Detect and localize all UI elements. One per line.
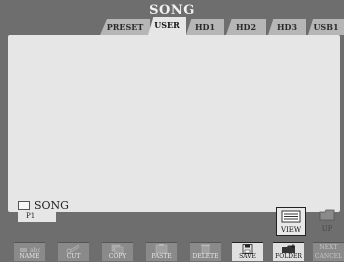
tab-hd3[interactable]: HD3 [268, 19, 306, 35]
folder-item-song[interactable]: SONG [18, 198, 69, 212]
tab-hd1[interactable]: HD1 [186, 19, 224, 35]
delete-button-label: DELETE [192, 253, 219, 260]
up-button[interactable]: UP [313, 207, 341, 234]
delete-button[interactable]: DELETE [190, 242, 221, 261]
name-button[interactable]: abc NAME [14, 242, 45, 261]
cancel-button-label: CANCEL [314, 253, 343, 260]
tab-bar: PRESET USER HD1 HD2 HD3 USB1 [0, 17, 344, 35]
up-button-label: UP [321, 225, 333, 233]
view-button-label: VIEW [280, 226, 302, 234]
cut-button-label: CUT [66, 253, 81, 260]
paste-button-label: PASTE [151, 253, 172, 260]
screen-title: SONG [149, 3, 195, 18]
up-folder-icon [319, 209, 335, 221]
view-button[interactable]: VIEW [276, 207, 306, 236]
next-cancel-button[interactable]: NEXT CANCEL [313, 242, 344, 261]
name-button-label: NAME [19, 253, 40, 260]
folder-item-label: SONG [34, 198, 69, 212]
next-button-label: NEXT [319, 244, 338, 251]
song-select-screen: SONG PRESET USER HD1 HD2 HD3 USB1 SONG P… [0, 0, 344, 262]
file-list-panel [8, 35, 340, 212]
page-tab-p1[interactable]: P1 [18, 212, 56, 222]
view-list-icon [281, 210, 301, 223]
copy-button[interactable]: COPY [102, 242, 133, 261]
function-button-bar: abc NAME CUT COPY PASTE DELETE SAVE FOLD… [0, 234, 344, 262]
cut-button[interactable]: CUT [58, 242, 89, 261]
folder-icon [18, 200, 30, 210]
tab-user[interactable]: USER [148, 17, 186, 35]
save-button[interactable]: SAVE [232, 242, 263, 261]
save-button-label: SAVE [239, 253, 256, 260]
folder-button-label: FOLDER [275, 253, 302, 260]
tab-hd2[interactable]: HD2 [226, 19, 266, 35]
tab-usb1[interactable]: USB1 [308, 19, 344, 35]
tab-preset[interactable]: PRESET [100, 19, 150, 35]
paste-button[interactable]: PASTE [146, 242, 177, 261]
new-folder-button[interactable]: FOLDER [273, 242, 304, 261]
copy-button-label: COPY [108, 253, 127, 260]
